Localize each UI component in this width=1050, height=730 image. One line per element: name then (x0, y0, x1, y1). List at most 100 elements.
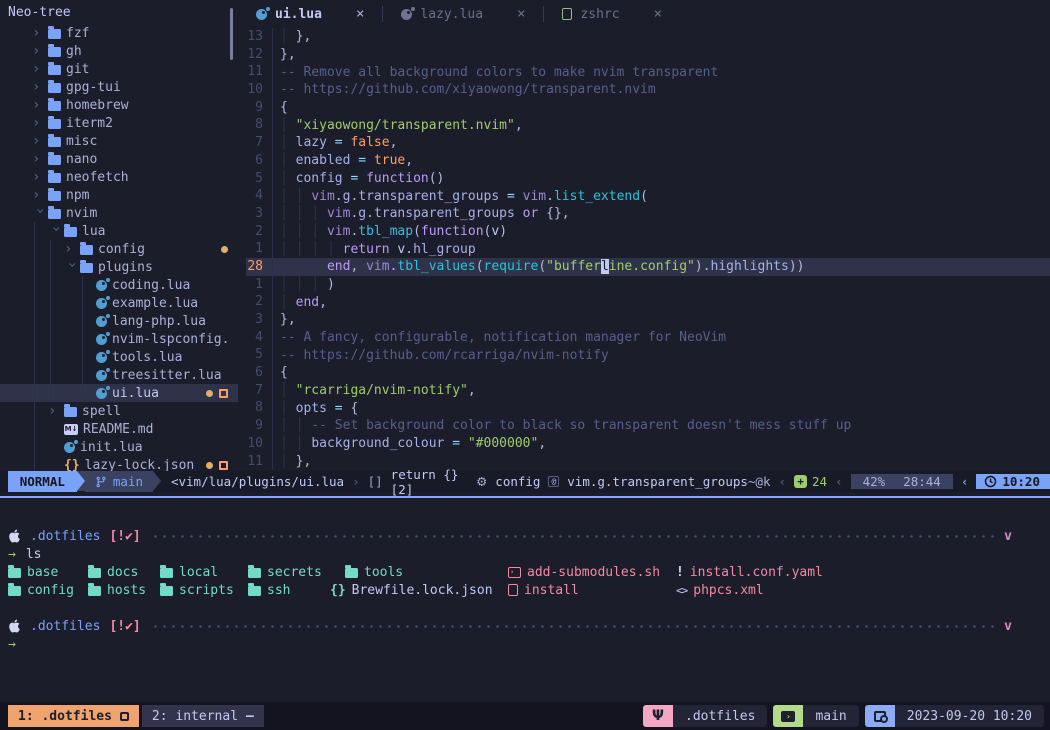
tab-ui.lua[interactable]: ui.lua× (238, 0, 382, 28)
token: tbl_map (358, 224, 413, 239)
chevron-right-icon[interactable]: › (32, 61, 48, 77)
chevron-right-icon[interactable]: › (32, 25, 48, 41)
lua-icon (96, 334, 107, 345)
code-line[interactable]: 7│ lazy = false, (246, 134, 1050, 152)
folder-icon (48, 155, 61, 165)
tree-item-misc[interactable]: ›misc (0, 132, 238, 150)
chevron-right-icon[interactable]: › (32, 187, 48, 203)
chevron-right-icon[interactable]: › (32, 151, 48, 167)
tree-item-fzf[interactable]: ›fzf (0, 24, 238, 42)
code-line[interactable]: 3│ │ │ vim.g.transparent_groups or {}, (246, 205, 1050, 223)
line-number: 3 (246, 311, 273, 329)
chevron-right-icon[interactable]: › (48, 403, 64, 419)
code-text: │ }, (273, 29, 311, 44)
token: { (280, 100, 288, 115)
chevron-right-icon[interactable]: › (64, 241, 80, 257)
tree-item-nvim-lspconfig.[interactable]: nvim-lspconfig. (0, 330, 238, 348)
prompt-vi-mode: v (1004, 529, 1012, 544)
ls-entry-name: secrets (267, 565, 322, 580)
tree-item-ui.lua[interactable]: ui.lua (0, 384, 238, 402)
code-line[interactable]: 2│ │ │ vim.tbl_map(function(v) (246, 223, 1050, 241)
code-line[interactable]: 28│ │ │ end, vim.tbl_values(require("buf… (246, 258, 1050, 276)
chevron-down-icon[interactable]: › (32, 207, 48, 223)
code-line[interactable]: 6│ enabled = true, (246, 152, 1050, 170)
code-line[interactable]: 10-- https://github.com/xiyaowong/transp… (246, 81, 1050, 99)
chevron-right-icon[interactable]: › (32, 115, 48, 131)
command-line[interactable]: → (0, 635, 1050, 653)
code-line[interactable]: 11│ }, (246, 453, 1050, 471)
tree-item-lua[interactable]: ›lua (0, 222, 238, 240)
code-line[interactable]: 3}, (246, 311, 1050, 329)
chevron-down-icon[interactable]: › (64, 261, 80, 277)
token: ( (640, 189, 648, 204)
token: function (366, 171, 429, 186)
tree-item-git[interactable]: ›git (0, 60, 238, 78)
tree-item-treesitter.lua[interactable]: treesitter.lua (0, 366, 238, 384)
code-line[interactable]: 8│ opts = { (246, 399, 1050, 417)
code-line[interactable]: 5│ config = function() (246, 170, 1050, 188)
tree-item-lang-php.lua[interactable]: lang-php.lua (0, 312, 238, 330)
tree-item-plugins[interactable]: ›plugins (0, 258, 238, 276)
tab-zshrc[interactable]: zshrc× (544, 0, 680, 28)
shell-pane[interactable]: .dotfiles [!✔] v → ls basedocslocalsecre… (0, 498, 1050, 702)
tree-item-README.md[interactable]: M↓README.md (0, 420, 238, 438)
code-text: │ "rcarriga/nvim-notify", (273, 383, 476, 398)
tmux-window-2-internal[interactable]: 2: internal– (142, 705, 264, 727)
code-line[interactable]: 9│ │ -- Set background color to black so… (246, 417, 1050, 435)
neotree-scrollbar[interactable] (230, 8, 233, 60)
tree-item-tools.lua[interactable]: tools.lua (0, 348, 238, 366)
tree-item-gh[interactable]: ›gh (0, 42, 238, 60)
tree-item-nvim[interactable]: ›nvim (0, 204, 238, 222)
tree-item-gpg-tui[interactable]: ›gpg-tui (0, 78, 238, 96)
tree-item-example.lua[interactable]: example.lua (0, 294, 238, 312)
code-line[interactable]: 6{ (246, 364, 1050, 382)
tree-item-config[interactable]: ›config (0, 240, 238, 258)
tmux-window-1-dotfiles[interactable]: 1: .dotfiles (8, 705, 139, 727)
tree-item-lazy-lock.json[interactable]: {}lazy-lock.json (0, 456, 238, 471)
code-line[interactable]: 7│ "rcarriga/nvim-notify", (246, 382, 1050, 400)
code-buffer[interactable]: 13│ },12},11-- Remove all background col… (238, 28, 1050, 471)
tree-item-neofetch[interactable]: › neofetch (0, 168, 238, 186)
code-line[interactable]: 4│ │ vim.g.transparent_groups = vim.list… (246, 187, 1050, 205)
chevron-right-icon[interactable]: › (32, 43, 48, 59)
lua-icon (96, 298, 107, 309)
close-icon[interactable]: × (517, 6, 525, 22)
code-line[interactable]: 1│ │ │ │ return v.hl_group (246, 240, 1050, 258)
code-line[interactable]: 10│ │ background_colour = "#000000", (246, 435, 1050, 453)
tree-item-nano[interactable]: ›nano (0, 150, 238, 168)
tree-item-init.lua[interactable]: init.lua (0, 438, 238, 456)
chevron-right-icon[interactable]: › (32, 169, 48, 185)
chevron-right-icon[interactable]: › (32, 133, 48, 149)
code-line[interactable]: 9{ (246, 99, 1050, 117)
code-text: -- https://github.com/xiyaowong/transpar… (273, 82, 656, 97)
token: , (390, 135, 398, 150)
file-icon (508, 584, 518, 596)
folder-icon (160, 568, 173, 578)
tree-item-iterm2[interactable]: ›iterm2 (0, 114, 238, 132)
code-line[interactable]: 8│ "xiyaowong/transparent.nvim", (246, 116, 1050, 134)
chevron-down-icon[interactable]: › (48, 225, 64, 241)
token: , (468, 383, 476, 398)
code-line[interactable]: 5-- https://github.com/rcarriga/nvim-not… (246, 346, 1050, 364)
line-number: 10 (246, 81, 273, 99)
tree-item-label: neofetch (66, 170, 129, 185)
token: vim (366, 259, 389, 274)
ls-entry-install: install (508, 581, 579, 599)
tree-item-coding.lua[interactable]: coding.lua (0, 276, 238, 294)
clock-icon (984, 475, 997, 488)
close-icon[interactable]: × (654, 6, 662, 22)
code-line[interactable]: 2│ end, (246, 293, 1050, 311)
tree-item-spell[interactable]: ›spell (0, 402, 238, 420)
code-line[interactable]: 4-- A fancy, configurable, notification … (246, 329, 1050, 347)
close-icon[interactable]: × (356, 6, 364, 22)
chevron-right-icon[interactable]: › (32, 79, 48, 95)
code-line[interactable]: 12}, (246, 46, 1050, 64)
powerline-separator (153, 471, 161, 491)
code-line[interactable]: 1│ │ │ ) (246, 276, 1050, 294)
code-line[interactable]: 11-- Remove all background colors to mak… (246, 63, 1050, 81)
tree-item-npm[interactable]: ›npm (0, 186, 238, 204)
chevron-right-icon[interactable]: › (32, 97, 48, 113)
tree-item-homebrew[interactable]: ›homebrew (0, 96, 238, 114)
code-line[interactable]: 13│ }, (246, 28, 1050, 46)
tab-lazy.lua[interactable]: lazy.lua× (383, 0, 543, 28)
